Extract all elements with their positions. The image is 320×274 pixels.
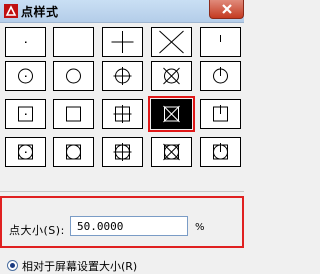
- x-symbol-icon: [159, 30, 184, 54]
- square-circle-x-symbol-icon: [163, 143, 180, 161]
- square-circle-tick-symbol-icon: [213, 143, 228, 160]
- tick-symbol-icon: [220, 35, 221, 42]
- point-style-square-circle-plus[interactable]: [102, 137, 143, 167]
- plus-symbol-icon: [111, 31, 134, 53]
- app-icon: [4, 4, 18, 18]
- point-style-circle-tick[interactable]: [200, 61, 241, 91]
- square-x-symbol-icon: [163, 105, 180, 123]
- point-style-circle-plus[interactable]: [102, 61, 143, 91]
- point-style-square-tick[interactable]: [200, 99, 241, 129]
- point-style-square-circle-x[interactable]: [151, 137, 192, 167]
- square-symbol-icon: [66, 106, 81, 122]
- point-style-square[interactable]: [53, 99, 94, 129]
- square-dot-symbol-icon: [18, 106, 33, 122]
- point-style-square-plus[interactable]: [102, 99, 143, 129]
- circle-x-symbol-icon: [163, 67, 180, 85]
- point-style-x[interactable]: [151, 27, 192, 57]
- square-circle-dot-symbol-icon: [18, 144, 33, 160]
- point-style-square-x[interactable]: [148, 96, 195, 132]
- square-tick-symbol-icon: [213, 105, 228, 122]
- point-style-plus[interactable]: [102, 27, 143, 57]
- point-style-tick[interactable]: [200, 27, 241, 57]
- point-style-circle[interactable]: [53, 61, 94, 91]
- point-style-square-circle[interactable]: [53, 137, 94, 167]
- point-style-square-circle-dot[interactable]: [5, 137, 46, 167]
- point-size-unit: %: [195, 222, 205, 233]
- title-bar: 点样式: [0, 0, 244, 23]
- circle-symbol-icon: [66, 68, 81, 84]
- circle-plus-symbol-icon: [113, 67, 132, 85]
- dot-symbol-icon: [25, 41, 27, 43]
- none-symbol-icon: [54, 28, 93, 56]
- point-style-circle-dot[interactable]: [5, 61, 46, 91]
- window-title: 点样式: [21, 5, 59, 19]
- point-style-circle-x[interactable]: [151, 61, 192, 91]
- size-relative-radio[interactable]: [7, 260, 18, 271]
- divider: [0, 191, 244, 192]
- square-circle-symbol-icon: [66, 144, 81, 160]
- point-size-label: 点大小(S):: [9, 224, 65, 237]
- circle-tick-symbol-icon: [213, 67, 228, 84]
- close-button[interactable]: [209, 0, 244, 19]
- point-style-none[interactable]: [53, 27, 94, 57]
- square-plus-symbol-icon: [113, 105, 132, 123]
- close-icon: [222, 4, 232, 14]
- square-circle-plus-symbol-icon: [113, 143, 132, 161]
- point-style-square-circle-tick[interactable]: [200, 137, 241, 167]
- point-style-square-dot[interactable]: [5, 99, 46, 129]
- point-size-input[interactable]: 50.0000: [70, 216, 188, 236]
- point-style-dot[interactable]: [5, 27, 46, 57]
- circle-dot-symbol-icon: [18, 68, 33, 84]
